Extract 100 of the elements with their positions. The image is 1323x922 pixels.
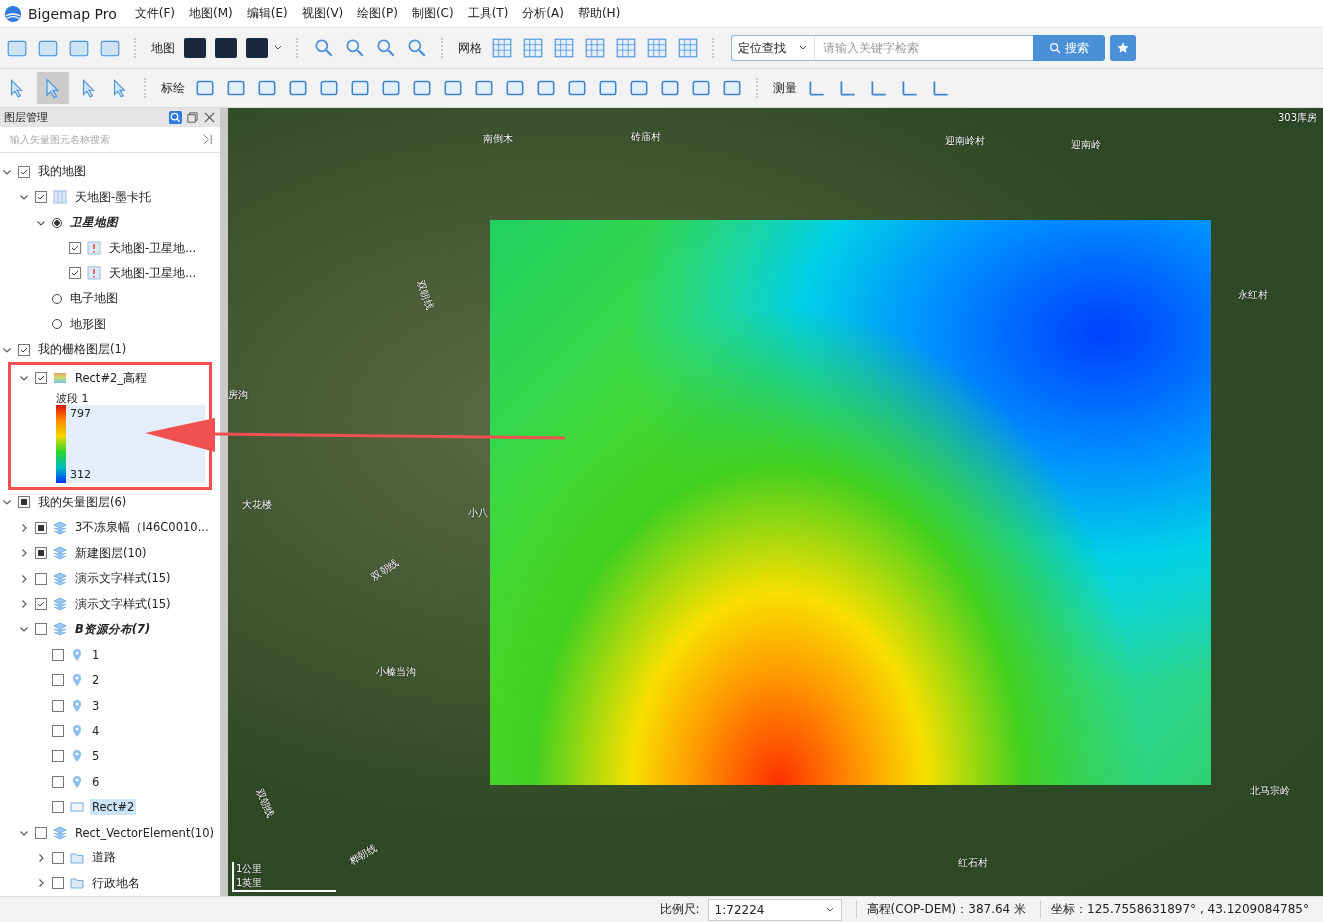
favorite-button[interactable] (1110, 35, 1136, 61)
layer-item[interactable]: 道路 (90, 849, 118, 867)
checkbox[interactable] (69, 267, 81, 280)
scale-metric-label: 1公里 (236, 862, 264, 876)
layer-item[interactable]: 电子地图 (68, 290, 120, 308)
checkbox[interactable] (18, 165, 30, 178)
checkbox[interactable] (52, 699, 64, 712)
layer-item[interactable]: Rect#2 (90, 799, 137, 816)
checkbox[interactable] (52, 724, 64, 737)
search-mode-dropdown[interactable]: 定位查找 (731, 35, 815, 61)
map-place-label: 双朝线 (253, 786, 278, 820)
layer-item[interactable]: 6 (90, 773, 102, 790)
app-logo-icon (4, 4, 22, 23)
basemap-thumbnail[interactable] (246, 38, 268, 58)
elevation-readout: 高程(COP-DEM)：387.64 米 (855, 901, 1027, 918)
expand-caret-icon[interactable] (19, 522, 29, 533)
layer-item[interactable]: 演示文字样式(15) (73, 570, 173, 588)
layer-item[interactable]: 天地图-卫星地... (107, 239, 199, 257)
layer-item[interactable]: 行政地名 (90, 874, 142, 892)
checkbox[interactable] (35, 372, 47, 385)
menu-item[interactable]: 帮助(H) (577, 5, 621, 22)
layer-item[interactable]: 3 (90, 697, 102, 714)
menu-item[interactable]: 地图(M) (189, 5, 233, 22)
expand-caret-icon[interactable] (36, 852, 46, 863)
expand-caret-icon[interactable] (19, 573, 29, 584)
legend-min-value: 312 (70, 467, 91, 481)
checkbox[interactable] (35, 598, 47, 610)
search-field[interactable]: 请输入关键字检索 (815, 35, 1033, 61)
layer-item[interactable]: 天地图-墨卡托 (73, 188, 154, 206)
checkmark-icon (36, 599, 46, 609)
checkbox[interactable] (35, 547, 47, 560)
zoom-out-icon[interactable] (344, 37, 366, 59)
checkbox[interactable] (52, 775, 64, 788)
layer-item[interactable]: B资源分布(7) (73, 620, 153, 638)
checkbox[interactable] (35, 191, 47, 204)
basemap-thumbnail[interactable] (215, 38, 237, 58)
star-icon (1116, 41, 1130, 55)
plot-label: 标绘 (161, 79, 185, 97)
checkbox[interactable] (35, 521, 47, 534)
grid-icon[interactable] (584, 37, 606, 59)
layer-item[interactable]: 2 (90, 672, 102, 689)
basemap-thumbnail[interactable] (184, 38, 206, 58)
checkbox[interactable] (69, 242, 81, 255)
checkbox[interactable] (35, 826, 47, 839)
raster-icon (53, 371, 67, 386)
layer-item[interactable]: 演示文字样式(15) (73, 595, 173, 613)
menu-item[interactable]: 文件(F) (134, 5, 176, 22)
checkbox[interactable] (35, 623, 47, 636)
map-place-label: 小八 (468, 506, 488, 520)
layer-item[interactable]: 3不冻泉幅（I46C0010... (73, 519, 211, 537)
pointer-icon[interactable] (37, 72, 69, 104)
search-icon (1049, 42, 1061, 54)
legend-max-value: 797 (70, 406, 91, 420)
layer-item[interactable]: 天地图-卫星地... (107, 265, 199, 282)
panel-title: 图层管理 (4, 110, 49, 126)
map-place-label: 小榛当沟 (376, 665, 416, 679)
layer-search-field[interactable]: 输入矢量图元名称搜索 (8, 133, 197, 147)
layer-item[interactable]: 我的地图 (36, 163, 88, 181)
layer-item[interactable]: 地形图 (68, 315, 108, 333)
layer-item[interactable]: 卫星地图 (68, 214, 120, 232)
expand-caret-icon[interactable] (36, 878, 46, 889)
menu-item[interactable]: 视图(V) (301, 5, 344, 22)
layers-icon (53, 622, 67, 637)
layer-item[interactable]: 我的矢量图层(6) (36, 493, 129, 511)
layer-item[interactable]: 1 (90, 646, 102, 663)
checkbox[interactable] (18, 343, 30, 356)
collapse-icon[interactable] (201, 133, 214, 147)
checkbox[interactable] (52, 851, 64, 864)
menu-item[interactable]: 工具(T) (467, 5, 509, 22)
map-place-label: 永红村 (1238, 288, 1268, 302)
map-place-label: 双朝线 (414, 278, 437, 312)
layer-item[interactable]: Rect#2_高程 (73, 369, 150, 387)
menu-item[interactable]: 分析(A) (522, 5, 564, 22)
menu-item[interactable]: 绘图(P) (357, 5, 398, 22)
restore-icon[interactable] (186, 111, 199, 125)
search-icon[interactable] (169, 111, 182, 125)
grid-icon[interactable] (491, 37, 513, 59)
zoom-in-icon[interactable] (313, 37, 335, 59)
checkbox[interactable] (52, 801, 64, 814)
layer-item[interactable]: Rect_VectorElement(10) (73, 824, 216, 841)
checkbox[interactable] (18, 496, 30, 509)
scale-dropdown[interactable]: 1:72224 (707, 898, 842, 921)
layer-item[interactable]: 4 (90, 722, 102, 739)
layer-item[interactable]: 5 (90, 748, 102, 765)
layer-item[interactable]: 我的栅格图层(1) (36, 341, 129, 359)
checkbox[interactable] (52, 674, 64, 687)
menu-item[interactable]: 编辑(E) (246, 5, 288, 22)
expand-caret-icon[interactable] (19, 548, 29, 559)
checkbox[interactable] (52, 877, 64, 890)
checkbox[interactable] (35, 572, 47, 585)
layer-item[interactable]: 新建图层(10) (73, 544, 149, 562)
close-icon[interactable] (203, 111, 216, 125)
checkbox[interactable] (52, 648, 64, 661)
map-place-label: 大花楼 (242, 498, 272, 512)
satellite-map[interactable]: 南倒木 砖庙村 迎南岭村 迎南岭 303库房 双朝线 永红村 房沟 大花楼 小八 双朝线 小榛当沟 双朝线 桦朝线 红石村 北马宗岭 1公里 1英里 (228, 108, 1323, 896)
grid-icon[interactable] (615, 37, 637, 59)
checkbox[interactable] (52, 750, 64, 763)
menu-item[interactable]: 制图(C) (411, 5, 454, 22)
radio-button[interactable] (52, 217, 62, 228)
expand-caret-icon[interactable] (19, 599, 29, 609)
